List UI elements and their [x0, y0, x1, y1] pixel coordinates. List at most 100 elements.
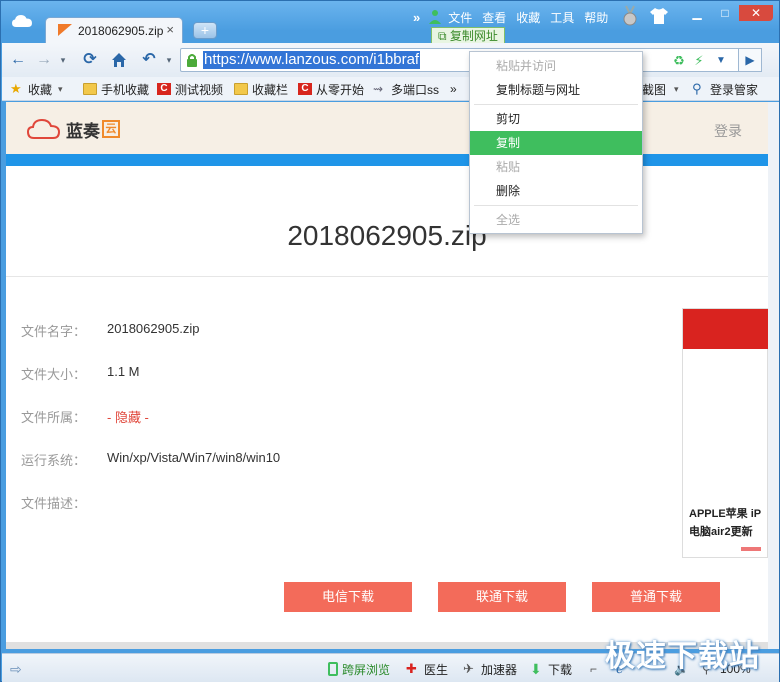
bookmark-label: 收藏 [28, 82, 53, 97]
doctor-button[interactable]: ✚ 医生 [406, 661, 448, 677]
download-button[interactable]: ⬇ 下载 [530, 661, 572, 677]
split-screen-label: 跨屏浏览 [342, 662, 391, 677]
menu-item-paste-and-go[interactable]: 粘贴并访问 [470, 54, 642, 78]
chevron-down-icon: ▾ [674, 83, 679, 94]
info-label: 文件所属： [21, 410, 87, 425]
forward-arrow-icon[interactable]: → [35, 51, 53, 69]
bookmark-mobile[interactable]: 手机收藏 [83, 81, 149, 97]
skin-shirt-icon[interactable] [649, 7, 669, 25]
medal-icon[interactable] [619, 5, 641, 27]
new-tab-button[interactable]: + [193, 22, 217, 39]
info-label: 运行系统： [21, 453, 87, 468]
bookmark-label: 多端口ss [391, 82, 440, 97]
info-label: 文件名字： [21, 324, 87, 339]
info-row-description: 文件描述： [21, 493, 107, 511]
menu-item-cut[interactable]: 剪切 [470, 107, 642, 131]
doctor-label: 医生 [424, 662, 449, 677]
logo-text: 蓝奏 [66, 121, 100, 141]
file-title: 2018062905.zip [287, 220, 487, 251]
menu-file[interactable]: 文件 [448, 9, 472, 26]
address-dropdown-icon[interactable]: ▼ [713, 53, 729, 69]
lightning-icon[interactable]: ⚡ [691, 53, 707, 69]
refresh-icon[interactable]: ⟳ [81, 51, 99, 69]
menu-item-copy[interactable]: 复制 [470, 131, 642, 155]
history-dropdown-icon[interactable]: ▾ [54, 51, 72, 69]
tab-active[interactable]: 2018062905.zip × [45, 17, 183, 43]
c-site-icon: C [298, 83, 312, 95]
screenshot-tool[interactable]: 截图 ▾ [642, 81, 679, 97]
home-icon[interactable] [110, 51, 128, 69]
site-header: 蓝奏 云 登录 [6, 102, 768, 154]
site-favicon-icon [58, 24, 72, 36]
menu-item-delete[interactable]: 删除 [470, 179, 642, 203]
unicom-download-button[interactable]: 联通下载 [438, 582, 566, 612]
accelerator-button[interactable]: ✈ 加速器 [463, 661, 517, 677]
header-stripe [6, 154, 768, 166]
menu-bar: » 文件 查看 收藏 工具 帮助 [413, 7, 618, 27]
download-arrow-icon: ⬇ [530, 661, 542, 677]
info-value: - 隐藏 - [107, 410, 149, 425]
site-logo[interactable]: 蓝奏 云 [26, 118, 120, 141]
bookmark-test-video[interactable]: C 测试视频 [157, 81, 223, 97]
bookmarks-overflow-chevron-icon[interactable]: » [450, 81, 457, 97]
normal-download-button[interactable]: 普通下载 [592, 582, 720, 612]
navigation-bar: ← → ▾ ⟳ ↶ ▾ https://www.lanzous.com/i1bb… [2, 43, 779, 77]
menu-favorites[interactable]: 收藏 [516, 9, 540, 26]
menu-item-select-all[interactable]: 全选 [470, 208, 642, 232]
menu-item-copy-title-url[interactable]: 复制标题与网址 [470, 78, 642, 102]
login-manager[interactable]: ⚲ 登录管家 [692, 81, 758, 97]
menu-tools[interactable]: 工具 [550, 9, 574, 26]
copy-icon: ⧉ [438, 29, 447, 43]
web-page: 蓝奏 云 登录 2018062905.zip 文件名字： 2018062905.… [6, 102, 768, 649]
close-window-icon[interactable]: ✕ [739, 5, 773, 21]
c-site-icon: C [157, 83, 171, 95]
doctor-icon: ✚ [406, 661, 417, 676]
bookmark-favorites-bar[interactable]: 收藏栏 [234, 81, 288, 97]
menu-item-paste[interactable]: 粘贴 [470, 155, 642, 179]
back-arrow-icon[interactable]: ← [9, 51, 27, 69]
bookmarks-bar: ★ 收藏 ▾ 手机收藏 C 测试视频 收藏栏 C 从零开始 ⇝ 多端口ss » … [2, 77, 779, 101]
login-link[interactable]: 登录 [714, 121, 742, 141]
sidebar-toggle-icon[interactable]: ⇨ [10, 661, 22, 677]
info-label: 文件描述： [21, 496, 87, 511]
vertical-scrollbar[interactable] [768, 102, 779, 649]
screenshot-icon[interactable]: ⌐ [590, 661, 597, 677]
undo-dropdown-icon[interactable]: ▾ [160, 51, 178, 69]
window-controls: ▁ □ ✕ [683, 5, 773, 21]
logo-badge: 云 [102, 120, 120, 138]
person-icon[interactable] [428, 9, 442, 25]
recycle-icon[interactable]: ♻ [671, 53, 687, 69]
title-bar: 2018062905.zip × + » 文件 查看 收藏 工具 帮助 ▁ □ … [1, 1, 780, 45]
bookmark-favorites[interactable]: ★ 收藏 ▾ [10, 81, 63, 97]
copy-url-label: 复制网址 [449, 29, 498, 43]
chevron-down-icon: ▾ [58, 83, 63, 94]
watermark-text: 极速下载站 [605, 640, 760, 673]
tab-title: 2018062905.zip [78, 24, 164, 38]
cloud-logo-icon [12, 15, 32, 27]
info-value: 2018062905.zip [107, 321, 200, 336]
ad-banner[interactable]: APPLE苹果 iP 电脑air2更新 [682, 308, 768, 558]
search-key-icon: ⚲ [692, 81, 702, 96]
telecom-download-button[interactable]: 电信下载 [284, 582, 412, 612]
info-value: Win/xp/Vista/Win7/win8/win10 [107, 450, 281, 465]
cloud-icon [26, 118, 61, 139]
split-screen-button[interactable]: 跨屏浏览 [328, 661, 390, 677]
menu-view[interactable]: 查看 [482, 9, 506, 26]
chevron-double-right-icon[interactable]: » [413, 10, 420, 25]
bookmark-label: 手机收藏 [101, 82, 150, 97]
bookmark-label: 测试视频 [175, 82, 224, 97]
go-button[interactable]: ▶ [738, 48, 762, 72]
bookmark-multiport[interactable]: ⇝ 多端口ss [373, 81, 439, 97]
tab-close-icon[interactable]: × [166, 22, 174, 37]
bookmark-label: 收藏栏 [252, 82, 289, 97]
minimize-icon[interactable]: ▁ [683, 5, 711, 21]
bookmark-label: 从零开始 [316, 82, 365, 97]
info-row-size: 文件大小： 1.1 M [21, 364, 140, 382]
address-url[interactable]: https://www.lanzous.com/i1bbraf [203, 51, 421, 69]
menu-separator [474, 205, 638, 206]
maximize-icon[interactable]: □ [711, 5, 739, 21]
menu-help[interactable]: 帮助 [584, 9, 608, 26]
undo-icon[interactable]: ↶ [140, 51, 158, 69]
bookmark-from-zero[interactable]: C 从零开始 [298, 81, 364, 97]
divider [6, 276, 768, 277]
